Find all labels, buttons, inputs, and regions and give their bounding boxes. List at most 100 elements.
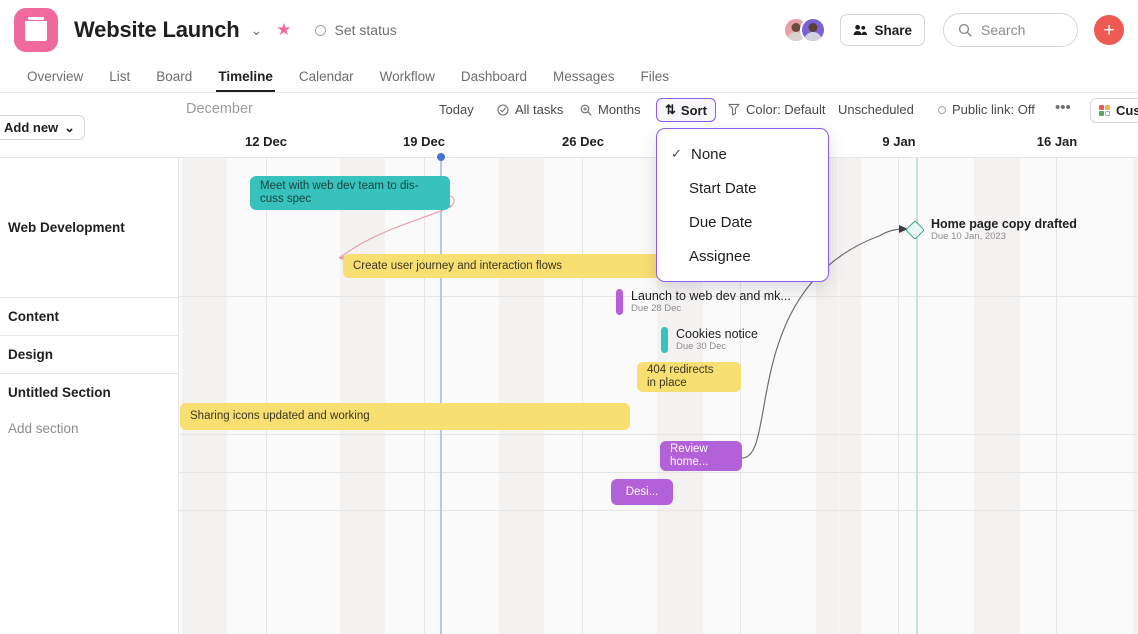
timeline-date-header: 12 Dec19 Dec26 Dec2 Jan9 Jan16 Jan [0,128,1138,158]
task-pill[interactable]: Launch to web dev and mk... Due 28 Dec [616,289,791,315]
tab-board[interactable]: Board [143,69,205,92]
day-column [839,158,862,634]
sort-option-assignee[interactable]: Assignee [657,239,828,273]
header-divider [0,92,1138,93]
day-column [476,158,499,634]
milestone-title: Home page copy drafted [931,217,1077,231]
date-label: 19 Dec [403,134,445,149]
milestone-due: Due 10 Jan, 2023 [931,231,1077,243]
sort-button[interactable]: ⇅ Sort [656,98,716,122]
week-gridline [582,158,583,634]
day-column [589,158,612,634]
row-divider [179,434,1138,435]
all-tasks-label: All tasks [515,102,563,117]
zoom-months-button[interactable]: Months [580,102,641,117]
task-bar-label: Desi... [616,486,669,499]
day-column [340,158,363,634]
today-marker-dot [437,153,445,161]
task-color-bar [616,289,623,315]
all-tasks-filter-button[interactable]: All tasks [497,102,563,117]
favorite-star-icon[interactable]: ★ [276,20,291,40]
day-column [386,158,409,634]
customize-button[interactable]: Custo [1090,98,1138,123]
avatar[interactable] [800,17,826,43]
sort-option-start-date[interactable]: Start Date [657,171,828,205]
public-link-button[interactable]: Public link: Off [938,102,1035,117]
day-column [408,158,431,634]
day-column [884,158,907,634]
page-title: Website Launch [74,17,240,43]
check-icon: ✓ [671,146,683,162]
task-pill-due: Due 28 Dec [631,303,791,315]
link-status-circle-icon [938,106,946,114]
day-column [363,158,386,634]
member-avatars[interactable] [783,17,826,43]
sort-icon: ⇅ [665,102,676,118]
calendar-icon [14,8,58,52]
more-options-button[interactable]: ••• [1055,99,1071,116]
filter-check-icon [497,104,509,116]
tab-list[interactable]: List [96,69,143,92]
current-month-label: December [186,101,253,117]
milestone-diamond-icon [905,220,925,240]
section-header-web-development[interactable]: Web Development [0,158,179,296]
unscheduled-label: Unscheduled [838,102,914,117]
task-bar[interactable]: Meet with web dev team to dis-​cuss spec [250,176,450,210]
today-label: Today [439,102,474,117]
section-header-untitled-section[interactable]: Untitled Section [0,373,179,411]
tab-timeline[interactable]: Timeline [205,69,286,92]
search-placeholder: Search [981,22,1025,38]
task-color-bar [661,327,668,353]
share-button[interactable]: Share [840,14,925,46]
section-header-design[interactable]: Design [0,335,179,373]
day-column [612,158,635,634]
search-input[interactable]: Search [943,13,1078,47]
day-column [453,158,476,634]
today-marker-line [440,158,442,634]
add-button[interactable]: + [1094,15,1124,45]
date-label: 16 Jan [1037,134,1077,149]
today-button[interactable]: Today [439,102,474,117]
project-menu-chevron-down-icon[interactable]: ⌄ [251,22,263,39]
task-bar[interactable]: Sharing icons updated and working [180,403,630,430]
sort-label: Sort [681,103,707,118]
sort-option-label: Due Date [689,214,752,231]
tab-messages[interactable]: Messages [540,69,628,92]
people-icon [853,24,867,36]
day-column [567,158,590,634]
task-pill[interactable]: Cookies notice Due 30 Dec [661,327,758,353]
section-header-content[interactable]: Content [0,297,179,335]
customize-grid-icon [1099,105,1110,116]
color-button[interactable]: Color: Default [728,102,825,117]
task-bar-label: Review home... [660,443,718,469]
task-bar-label: Create user journey and interaction flow… [343,260,572,273]
task-bar[interactable]: 404 redirects in place [637,362,741,392]
share-label: Share [874,23,912,38]
unscheduled-button[interactable]: Unscheduled [838,102,914,117]
add-section-button[interactable]: Add section [0,411,179,445]
row-divider [179,472,1138,473]
add-new-button[interactable]: Add new ⌄ [0,115,85,140]
set-status-button[interactable]: Set status [315,22,396,38]
milestone[interactable]: Home page copy drafted Due 10 Jan, 2023 [908,217,1077,243]
status-circle-icon [315,25,326,36]
main-tabs: OverviewListBoardTimelineCalendarWorkflo… [0,60,1138,92]
task-bar-label: 404 redirects in place [637,364,723,390]
tab-files[interactable]: Files [627,69,682,92]
task-bar[interactable]: Desi... [611,479,673,505]
task-bar-label: Meet with web dev team to dis-​cuss spec [250,180,450,206]
public-link-label: Public link: Off [952,102,1035,117]
sort-option-due-date[interactable]: Due Date [657,205,828,239]
day-column [318,158,341,634]
sort-option-none[interactable]: ✓None [657,137,828,171]
tab-calendar[interactable]: Calendar [286,69,367,92]
tab-overview[interactable]: Overview [14,69,96,92]
task-bar[interactable]: Review home... [660,441,742,471]
day-column [250,158,273,634]
set-status-label: Set status [334,22,396,38]
tab-dashboard[interactable]: Dashboard [448,69,540,92]
day-column [635,158,658,634]
months-label: Months [598,102,641,117]
tab-workflow[interactable]: Workflow [367,69,448,92]
day-column [1110,158,1133,634]
